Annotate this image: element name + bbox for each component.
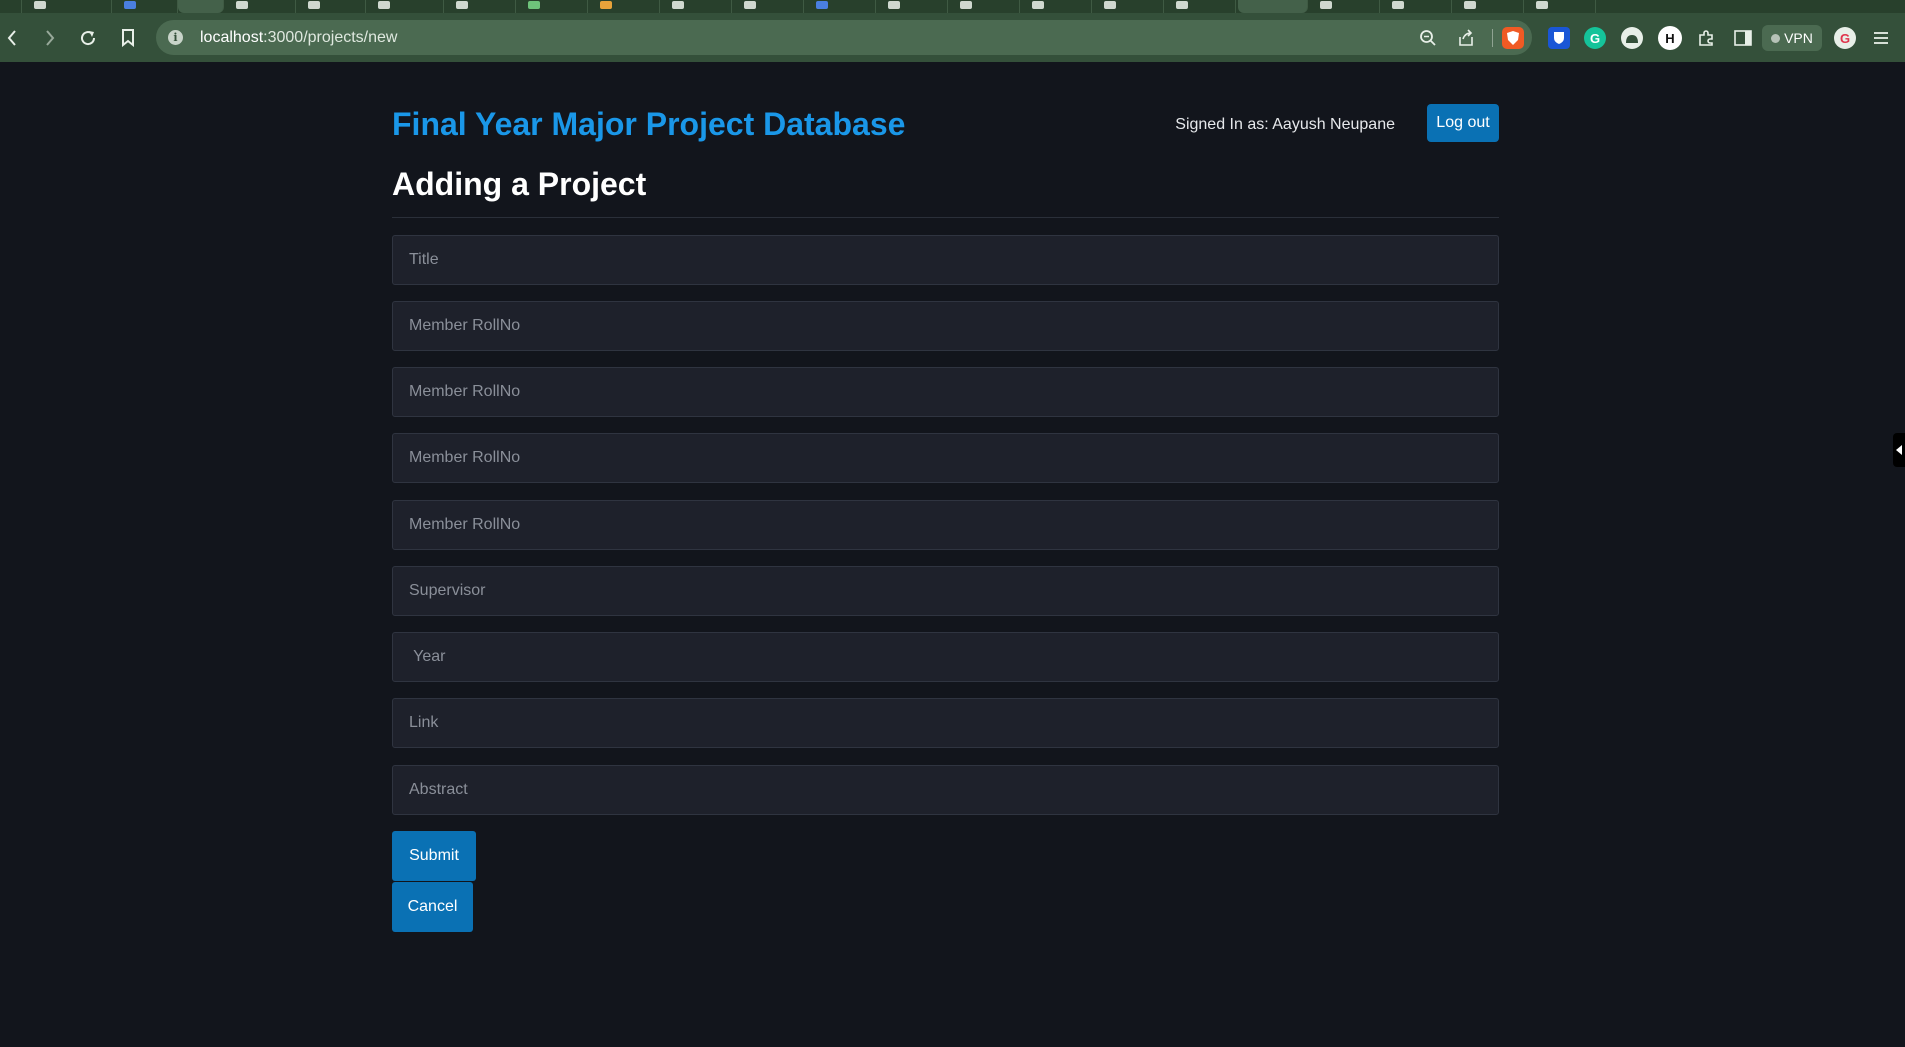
bookmark-button[interactable] xyxy=(116,13,140,62)
browser-tab[interactable] xyxy=(804,0,876,13)
site-title[interactable]: Final Year Major Project Database xyxy=(392,106,905,143)
member-rollno-input-3[interactable] xyxy=(392,433,1499,483)
grammarly-extension-icon[interactable]: G xyxy=(1584,27,1606,49)
browser-tab[interactable] xyxy=(22,0,112,13)
browser-tab[interactable] xyxy=(1308,0,1380,13)
tab-favicon-icon xyxy=(816,1,828,9)
tab-favicon-icon xyxy=(1176,1,1188,9)
browser-tab[interactable] xyxy=(0,0,22,13)
browser-tab[interactable] xyxy=(1524,0,1596,13)
brave-shields-icon[interactable] xyxy=(1502,27,1524,49)
tab-favicon-icon xyxy=(1392,1,1404,9)
tab-favicon-icon xyxy=(1536,1,1548,9)
browser-tab[interactable] xyxy=(588,0,660,13)
vpn-button[interactable]: VPN xyxy=(1762,25,1822,51)
browser-tab[interactable] xyxy=(112,0,178,13)
cancel-button[interactable]: Cancel xyxy=(392,882,473,932)
tab-favicon-icon xyxy=(1032,1,1044,9)
browser-tab[interactable] xyxy=(1092,0,1164,13)
browser-tab[interactable] xyxy=(1020,0,1092,13)
tab-favicon-icon xyxy=(378,1,390,9)
tab-favicon-icon xyxy=(528,1,540,9)
tab-favicon-icon xyxy=(1464,1,1476,9)
member-rollno-input-4[interactable] xyxy=(392,500,1499,550)
page-content: Final Year Major Project Database Signed… xyxy=(0,62,1905,1047)
browser-tab[interactable] xyxy=(660,0,732,13)
tab-favicon-icon xyxy=(456,1,468,9)
site-info-icon[interactable]: i xyxy=(168,30,183,45)
menu-icon[interactable] xyxy=(1870,27,1892,49)
tab-favicon-icon xyxy=(1320,1,1332,9)
zoom-icon[interactable] xyxy=(1418,28,1438,48)
title-input[interactable] xyxy=(392,235,1499,285)
tab-favicon-icon xyxy=(236,1,248,9)
reload-button[interactable] xyxy=(76,13,100,62)
browser-tab[interactable] xyxy=(296,0,366,13)
link-input[interactable] xyxy=(392,698,1499,748)
extension-g-icon[interactable]: G xyxy=(1834,27,1856,49)
chevron-right-icon xyxy=(46,29,55,46)
side-panel-handle[interactable] xyxy=(1893,433,1905,467)
tab-favicon-icon xyxy=(744,1,756,9)
url-path: :3000/projects/new xyxy=(263,29,398,46)
reload-icon xyxy=(81,30,96,45)
extensions-puzzle-icon[interactable] xyxy=(1695,27,1717,49)
extension-icon[interactable] xyxy=(1621,27,1643,49)
submit-button[interactable]: Submit xyxy=(392,831,476,881)
forward-button[interactable] xyxy=(38,13,62,62)
tab-favicon-icon xyxy=(308,1,320,9)
tab-favicon-icon xyxy=(124,1,136,9)
browser-tab[interactable] xyxy=(366,0,444,13)
browser-tab[interactable] xyxy=(948,0,1020,13)
browser-tab[interactable] xyxy=(1238,0,1308,13)
omnibox-divider xyxy=(1492,29,1493,47)
share-icon[interactable] xyxy=(1456,28,1476,48)
vpn-label: VPN xyxy=(1784,30,1813,46)
browser-tab[interactable] xyxy=(732,0,804,13)
browser-tab[interactable] xyxy=(1380,0,1452,13)
browser-tab[interactable] xyxy=(1164,0,1236,13)
member-rollno-input-2[interactable] xyxy=(392,367,1499,417)
vpn-status-icon xyxy=(1771,33,1781,43)
browser-tab[interactable] xyxy=(516,0,588,13)
page-title: Adding a Project xyxy=(392,166,647,202)
tab-favicon-icon xyxy=(960,1,972,9)
address-bar[interactable]: i localhost:3000/projects/new xyxy=(156,20,1532,55)
browser-tab-active[interactable] xyxy=(178,0,224,13)
browser-tab[interactable] xyxy=(224,0,296,13)
abstract-input[interactable] xyxy=(392,765,1499,815)
supervisor-input[interactable] xyxy=(392,566,1499,616)
tab-favicon-icon xyxy=(1104,1,1116,9)
logout-button[interactable]: Log out xyxy=(1427,104,1499,142)
url-text: localhost:3000/projects/new xyxy=(200,29,397,47)
signed-in-text: Signed In as: Aayush Neupane xyxy=(1175,116,1395,133)
sidebar-toggle-icon[interactable] xyxy=(1732,27,1754,49)
tab-strip xyxy=(0,0,1905,13)
caret-left-icon xyxy=(1896,445,1902,455)
browser-tab[interactable] xyxy=(444,0,516,13)
extension-h-icon[interactable]: H xyxy=(1658,26,1682,50)
bitwarden-extension-icon[interactable] xyxy=(1548,27,1570,49)
tab-favicon-icon xyxy=(34,1,46,9)
member-rollno-input-1[interactable] xyxy=(392,301,1499,351)
url-host: localhost xyxy=(200,29,264,46)
divider xyxy=(392,217,1499,218)
browser-tab[interactable] xyxy=(1452,0,1524,13)
tab-favicon-icon xyxy=(600,1,612,9)
browser-tab[interactable] xyxy=(876,0,948,13)
year-input[interactable] xyxy=(392,632,1499,682)
back-button[interactable] xyxy=(0,13,24,62)
bookmark-icon xyxy=(122,28,134,47)
tab-favicon-icon xyxy=(672,1,684,9)
chevron-left-icon xyxy=(7,29,16,46)
tab-favicon-icon xyxy=(888,1,900,9)
browser-toolbar: i localhost:3000/projects/new G H VPN G xyxy=(0,13,1905,62)
